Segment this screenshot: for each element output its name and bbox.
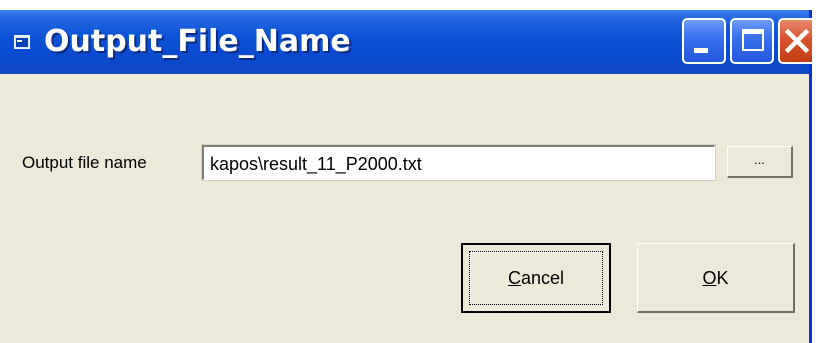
output-file-name-label: Output file name xyxy=(22,153,147,172)
maximize-icon xyxy=(742,29,764,51)
cancel-button-label: Cancel xyxy=(463,267,609,289)
ok-label-rest: K xyxy=(716,267,729,288)
close-button[interactable] xyxy=(778,18,812,64)
cancel-button[interactable]: Cancel xyxy=(461,243,611,313)
browse-button[interactable]: ... xyxy=(727,146,793,178)
output-file-name-dialog: Output_File_Name Output file name ... Ca… xyxy=(0,10,812,343)
minimize-button[interactable] xyxy=(682,18,726,64)
cancel-label-rest: ancel xyxy=(520,268,565,288)
close-icon xyxy=(784,28,810,54)
ok-mnemonic: O xyxy=(702,267,717,288)
app-icon xyxy=(14,35,30,49)
window-title: Output_File_Name xyxy=(44,24,351,59)
ok-button[interactable]: OK xyxy=(637,243,795,313)
output-file-name-input[interactable] xyxy=(202,145,715,180)
cancel-mnemonic: C xyxy=(507,268,521,288)
maximize-button[interactable] xyxy=(730,18,774,64)
title-bar[interactable]: Output_File_Name xyxy=(0,10,812,74)
minimize-icon xyxy=(694,48,708,53)
ok-button-label: OK xyxy=(638,267,793,289)
